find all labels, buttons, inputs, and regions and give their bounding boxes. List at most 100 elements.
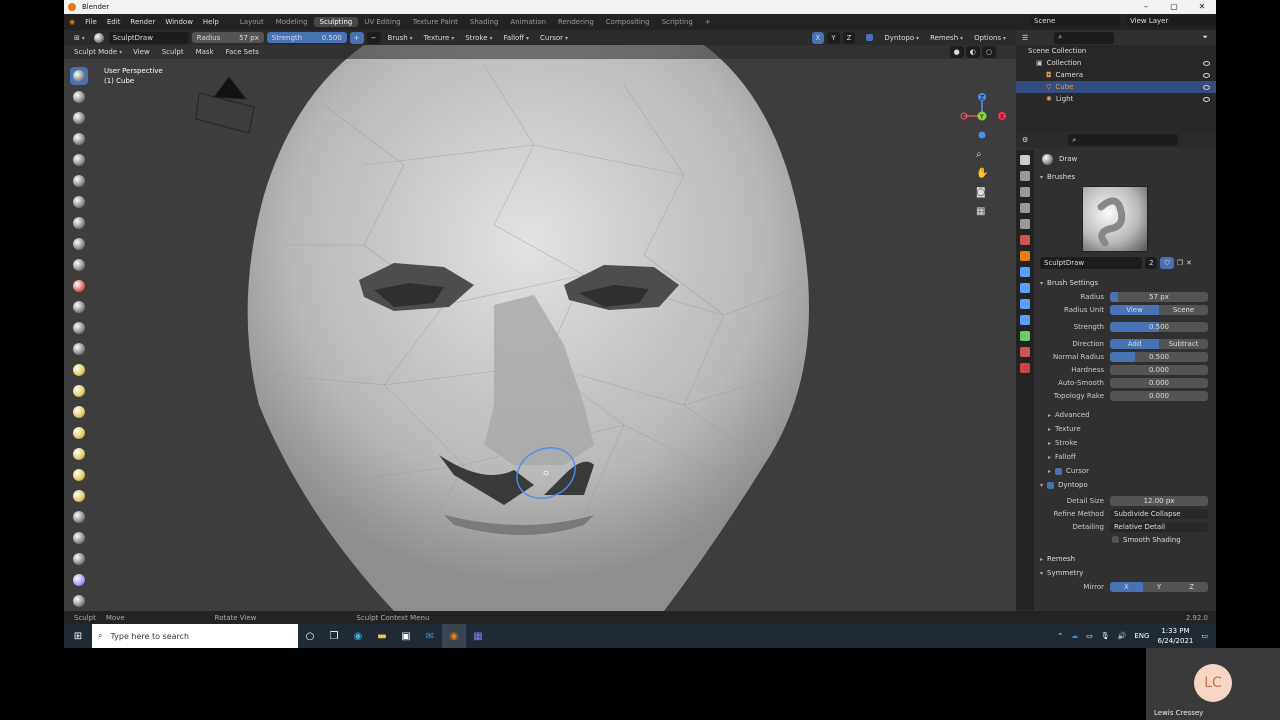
editor-type-dropdown[interactable]: ⊞ (70, 34, 89, 42)
scene-selector[interactable]: Scene (1030, 15, 1120, 27)
tab-object-icon[interactable] (1020, 251, 1030, 261)
tool-boundary[interactable] (70, 550, 88, 568)
tool-grab[interactable] (70, 382, 88, 400)
scene-collection-row[interactable]: Scene Collection (1016, 45, 1216, 57)
tab-view-layer-icon[interactable] (1020, 203, 1030, 213)
menu-edit[interactable]: Edit (102, 18, 126, 26)
menu-view[interactable]: View (128, 48, 155, 56)
tool-crease[interactable] (70, 235, 88, 253)
symmetry-z-toggle[interactable]: Z (842, 31, 856, 44)
duplicate-brush-icon[interactable]: ❐ (1177, 259, 1183, 267)
navigation-gizmo[interactable]: Y Z X ⌕ ✋ ◙ ▦ (960, 71, 1010, 221)
stroke-menu[interactable]: Stroke (461, 34, 496, 42)
microphone-icon[interactable]: 🎙 (1101, 632, 1110, 640)
tab-constraints-icon[interactable] (1020, 315, 1030, 325)
menu-sculpt[interactable]: Sculpt (157, 48, 189, 56)
tab-scripting[interactable]: Scripting (656, 17, 699, 27)
tab-texture-paint[interactable]: Texture Paint (407, 17, 464, 27)
normal-radius-field[interactable]: 0.500 (1110, 351, 1208, 362)
blender-taskbar-icon[interactable]: ◉ (442, 624, 466, 648)
properties-editor-icon[interactable]: ⚙ (1022, 136, 1028, 144)
symmetry-section[interactable]: Symmetry (1034, 566, 1216, 580)
mail-icon[interactable]: ✉ (418, 624, 442, 648)
stroke-subsection[interactable]: Stroke (1034, 436, 1216, 450)
tab-animation[interactable]: Animation (504, 17, 552, 27)
tool-smooth[interactable] (70, 256, 88, 274)
outliner-editor-icon[interactable]: ☰ (1022, 34, 1028, 42)
cursor-checkbox[interactable] (1055, 467, 1063, 475)
cursor-menu[interactable]: Cursor (536, 34, 572, 42)
store-icon[interactable]: ▣ (394, 624, 418, 648)
tool-thumb[interactable] (70, 445, 88, 463)
tab-modeling[interactable]: Modeling (270, 17, 314, 27)
radius-unit-scene-button[interactable]: Scene (1159, 304, 1208, 315)
advanced-subsection[interactable]: Advanced (1034, 408, 1216, 422)
view-layer-selector[interactable]: View Layer (1126, 15, 1216, 27)
zoom-icon[interactable]: ⌕ (976, 145, 988, 164)
tab-tool-icon[interactable] (1020, 155, 1030, 165)
camera-object[interactable] (195, 76, 255, 134)
symmetry-y-toggle[interactable]: Y (827, 31, 840, 44)
tool-draw[interactable] (70, 67, 88, 85)
outliner-row-cube[interactable]: ▽ Cube (1016, 81, 1216, 93)
tab-uv-editing[interactable]: UV Editing (358, 17, 407, 27)
menu-help[interactable]: Help (198, 18, 224, 26)
cortana-icon[interactable]: ○ (298, 624, 322, 648)
menu-file[interactable]: File (80, 18, 102, 26)
visibility-eye-icon[interactable] (1203, 84, 1210, 90)
topology-rake-field[interactable]: 0.000 (1110, 390, 1208, 401)
filter-icon[interactable]: ⏷ (1202, 33, 1208, 42)
viewport-shading-material-icon[interactable]: ◐ (965, 46, 980, 58)
radius-unit-view-button[interactable]: View (1110, 304, 1159, 315)
tool-pose[interactable] (70, 466, 88, 484)
tab-data-icon[interactable] (1020, 331, 1030, 341)
falloff-subsection[interactable]: Falloff (1034, 450, 1216, 464)
brush-settings-section[interactable]: Brush Settings (1034, 276, 1216, 290)
tab-layout[interactable]: Layout (234, 17, 270, 27)
taskbar-search-box[interactable]: ⌕ Type here to search (92, 624, 298, 648)
brush-datablock-name[interactable]: SculptDraw (1040, 257, 1142, 269)
close-button[interactable]: ✕ (1188, 0, 1216, 14)
blender-menu-icon[interactable]: ◉ (64, 18, 80, 26)
viewport-shading-rendered-icon[interactable]: ○ (981, 46, 996, 58)
tab-render-icon[interactable] (1020, 171, 1030, 181)
minimize-button[interactable]: – (1132, 0, 1160, 14)
falloff-menu[interactable]: Falloff (499, 34, 533, 42)
camera-view-icon[interactable]: ◙ (976, 183, 988, 202)
outliner-row-collection[interactable]: ▣ Collection (1016, 57, 1216, 69)
task-view-icon[interactable]: ❐ (322, 624, 346, 648)
tool-inflate[interactable] (70, 193, 88, 211)
mirror-z-toggle[interactable]: Z (1175, 581, 1208, 592)
tab-world-icon[interactable] (1020, 235, 1030, 245)
texture-menu[interactable]: Texture (420, 34, 459, 42)
outliner-row-camera[interactable]: ◘ Camera (1016, 69, 1216, 81)
visibility-eye-icon[interactable] (1203, 60, 1210, 66)
dyntopo-checkbox[interactable] (866, 34, 874, 41)
viewport-shading-solid-icon[interactable]: ● (949, 46, 964, 58)
mode-selector[interactable]: Sculpt Mode (70, 48, 126, 56)
tool-layer[interactable] (70, 172, 88, 190)
dyntopo-menu[interactable]: Dyntopo (880, 34, 923, 42)
tool-slide-relax[interactable] (70, 529, 88, 547)
draw-brush-icon[interactable] (92, 31, 106, 45)
tool-clay[interactable] (70, 109, 88, 127)
tab-output-icon[interactable] (1020, 187, 1030, 197)
tool-draw-sharp[interactable] (70, 88, 88, 106)
tool-clay-strips[interactable] (70, 130, 88, 148)
menu-mask[interactable]: Mask (191, 48, 219, 56)
auto-smooth-field[interactable]: 0.000 (1110, 377, 1208, 388)
tool-blob[interactable] (70, 214, 88, 232)
brush-users-count[interactable]: 2 (1145, 257, 1158, 269)
brushes-section[interactable]: Brushes (1034, 170, 1216, 184)
tool-flatten[interactable] (70, 277, 88, 295)
teams-icon[interactable]: ▦ (466, 624, 490, 648)
network-icon[interactable]: ▭ (1086, 632, 1093, 640)
subtract-direction-button[interactable]: − (366, 31, 381, 44)
cursor-subsection[interactable]: Cursor (1034, 464, 1216, 478)
direction-subtract-button[interactable]: Subtract (1159, 338, 1208, 349)
smooth-shading-row[interactable]: Smooth Shading (1034, 533, 1216, 546)
options-menu[interactable]: Options (970, 34, 1010, 42)
tool-clay-thumb[interactable] (70, 151, 88, 169)
mirror-x-toggle[interactable]: X (1110, 581, 1143, 592)
perspective-toggle-icon[interactable]: ▦ (976, 202, 988, 221)
